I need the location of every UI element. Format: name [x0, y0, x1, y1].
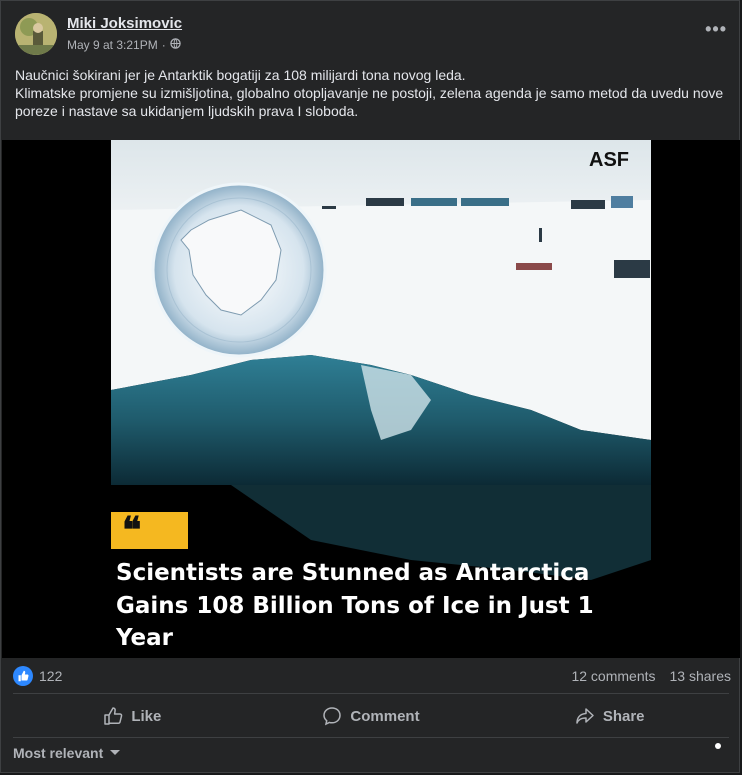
- meta-separator: ·: [161, 38, 166, 52]
- post-meta: May 9 at 3:21PM ·: [67, 38, 181, 52]
- post-text-line: Klimatske promjene su izmišljotina, glob…: [15, 85, 724, 119]
- share-label: Share: [602, 707, 645, 725]
- post-header: Miki Joksimovic May 9 at 3:21PM · •••: [15, 13, 727, 57]
- thumbs-up-icon: [13, 666, 33, 686]
- avatar[interactable]: [15, 13, 57, 55]
- more-options-button[interactable]: •••: [705, 19, 727, 40]
- shares-count[interactable]: 13 shares: [670, 668, 731, 684]
- post-timestamp[interactable]: May 9 at 3:21PM: [67, 38, 158, 52]
- engagement-counts: 12 comments 13 shares: [571, 668, 731, 684]
- divider: [13, 693, 729, 694]
- post-media[interactable]: ASF ❝ Scientists are Stunned as Antarcti…: [2, 140, 740, 658]
- media-headline-line: Year: [115, 625, 174, 651]
- comment-sort-dropdown[interactable]: Most relevant: [13, 745, 121, 761]
- media-headline-line: Gains 108 Billion Tons of Ice in Just 1: [116, 593, 594, 619]
- post-text-line: Naučnici šokirani jer je Antarktik bogat…: [15, 67, 466, 83]
- share-button[interactable]: Share: [490, 698, 729, 734]
- media-headline-line: Scientists are Stunned as Antarctica: [116, 560, 589, 586]
- quote-icon: ❝: [122, 509, 141, 551]
- avatar-image: [15, 13, 57, 55]
- status-dot: [715, 743, 721, 749]
- post-card: Miki Joksimovic May 9 at 3:21PM · ••• Na…: [0, 0, 740, 773]
- chevron-down-icon: [110, 750, 121, 755]
- globe-icon: [169, 38, 181, 52]
- post-stats: 122 12 comments 13 shares: [13, 666, 731, 688]
- like-icon: [104, 707, 123, 725]
- media-image: ASF ❝ Scientists are Stunned as Antarcti…: [111, 140, 651, 658]
- author-name[interactable]: Miki Joksimovic: [67, 15, 182, 32]
- post-text: Naučnici šokirani jer je Antarktik bogat…: [15, 66, 731, 120]
- share-icon: [576, 708, 594, 724]
- comment-label: Comment: [350, 707, 420, 725]
- like-button[interactable]: Like: [13, 698, 252, 734]
- comment-button[interactable]: Comment: [252, 698, 491, 734]
- like-label: Like: [131, 707, 162, 725]
- media-watermark: ASF: [589, 149, 629, 171]
- divider: [13, 737, 729, 738]
- reaction-count[interactable]: 122: [39, 668, 62, 684]
- sort-label: Most relevant: [13, 745, 104, 761]
- comment-icon: [323, 707, 342, 726]
- comments-count[interactable]: 12 comments: [571, 668, 655, 684]
- action-bar: Like Comment Share: [13, 698, 729, 734]
